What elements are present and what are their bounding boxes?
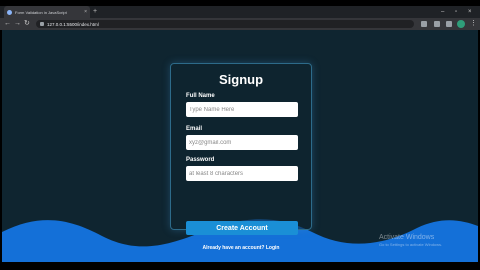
share-icon[interactable] bbox=[421, 21, 427, 27]
browser-tab-bar: Form Validation in JavaScript × + – ▫ × bbox=[0, 6, 480, 18]
password-label: Password bbox=[186, 157, 215, 163]
tab-close-icon[interactable]: × bbox=[84, 9, 87, 15]
menu-icon[interactable]: ⋮ bbox=[470, 19, 477, 29]
bottom-bar bbox=[0, 262, 480, 270]
login-link[interactable]: Already have an account? Login bbox=[171, 245, 311, 251]
full-name-label: Full Name bbox=[186, 93, 215, 99]
url-text: 127.0.0.1:5500/index.html bbox=[47, 21, 99, 27]
form-title: Signup bbox=[218, 72, 264, 87]
new-tab-button[interactable]: + bbox=[93, 7, 97, 17]
favicon-icon bbox=[7, 9, 12, 15]
watermark-title: Activate Windows bbox=[379, 234, 435, 241]
page-content: Signup Full Name Email Password Create A… bbox=[2, 30, 478, 262]
address-bar[interactable]: 127.0.0.1:5500/index.html bbox=[36, 20, 414, 28]
create-account-button[interactable]: Create Account bbox=[186, 221, 298, 235]
profile-avatar[interactable] bbox=[457, 20, 465, 28]
screen: Form Validation in JavaScript × + – ▫ × … bbox=[0, 0, 480, 270]
email-label: Email bbox=[186, 126, 203, 132]
sidebar-icon[interactable] bbox=[446, 21, 452, 27]
info-icon bbox=[40, 22, 44, 26]
email-input[interactable] bbox=[186, 135, 298, 150]
extensions-icon[interactable] bbox=[434, 21, 440, 27]
browser-toolbar: ← → ↻ 127.0.0.1:5500/index.html ⋮ bbox=[0, 18, 480, 30]
back-button[interactable]: ← bbox=[4, 19, 11, 29]
browser-tab[interactable]: Form Validation in JavaScript × bbox=[4, 6, 90, 18]
maximize-icon[interactable]: ▫ bbox=[455, 7, 457, 17]
minimize-icon[interactable]: – bbox=[441, 7, 444, 17]
password-input[interactable] bbox=[186, 166, 298, 181]
activate-windows-watermark: Activate Windows Go to Settings to activ… bbox=[379, 234, 442, 247]
forward-button[interactable]: → bbox=[14, 19, 21, 29]
close-window-icon[interactable]: × bbox=[468, 7, 472, 17]
signup-card: Signup Full Name Email Password Create A… bbox=[170, 63, 312, 251]
tab-title: Form Validation in JavaScript bbox=[15, 9, 67, 15]
reload-button[interactable]: ↻ bbox=[24, 19, 30, 29]
full-name-input[interactable] bbox=[186, 102, 298, 117]
watermark-subtitle: Go to Settings to activate Windows. bbox=[379, 242, 443, 247]
